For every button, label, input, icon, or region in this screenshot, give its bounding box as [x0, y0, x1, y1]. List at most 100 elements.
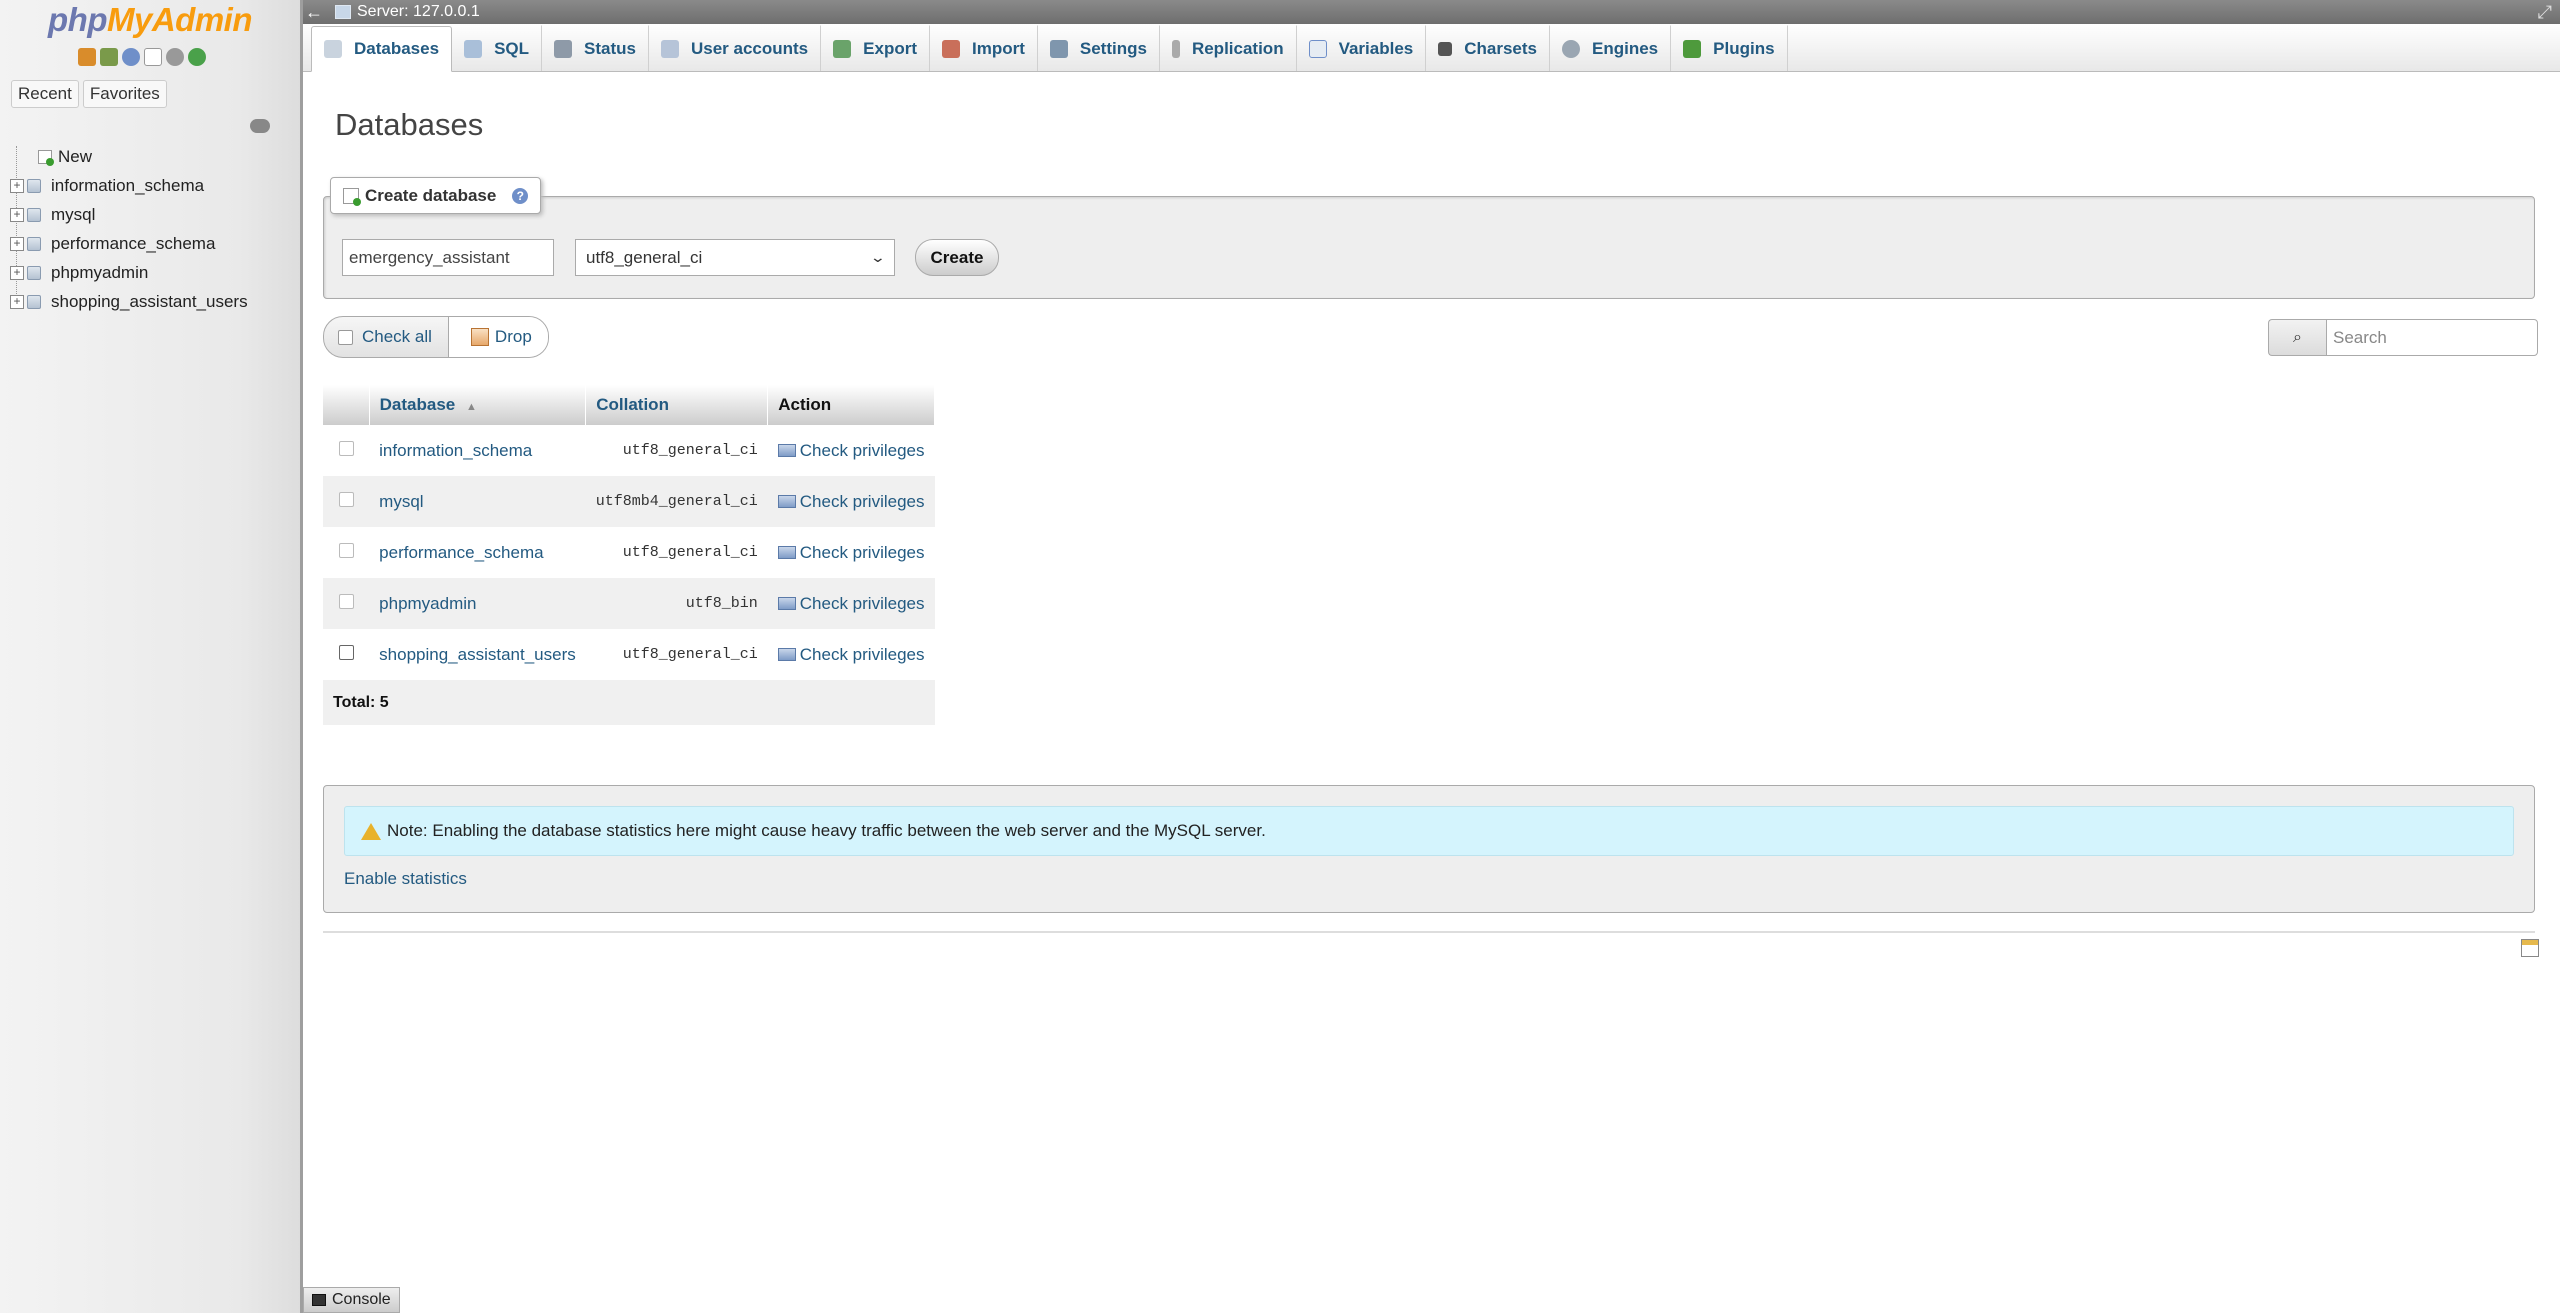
help-icon[interactable]: ?	[512, 187, 529, 204]
sql-icon	[464, 39, 483, 58]
nav-tab-recent[interactable]: Recent	[11, 80, 79, 108]
sql-query-icon[interactable]	[100, 48, 118, 66]
new-database-icon	[343, 187, 361, 206]
tab-sql[interactable]: SQL	[452, 25, 543, 71]
expand-icon[interactable]: +	[10, 178, 24, 193]
tab-engines[interactable]: Engines	[1550, 25, 1672, 71]
phpmyadmin-logo[interactable]: phpMyAdmin	[48, 0, 252, 40]
database-link[interactable]: performance_schema	[369, 527, 586, 578]
search-icon[interactable]: ⌕	[2268, 319, 2326, 356]
chevron-down-icon: ⌄	[869, 249, 887, 265]
settings-icon[interactable]	[166, 48, 184, 66]
total-row: Total: 5	[323, 680, 935, 725]
row-checkbox[interactable]	[338, 644, 354, 660]
tab-user-accounts[interactable]: User accounts	[649, 25, 822, 71]
database-icon	[27, 236, 41, 251]
row-checkbox[interactable]	[338, 593, 354, 609]
variables-icon	[1308, 39, 1327, 58]
console-toggle[interactable]: Console	[303, 1287, 400, 1313]
engines-icon	[1562, 39, 1581, 58]
check-privileges-link[interactable]: Check privileges	[767, 629, 935, 680]
expand-icon[interactable]: +	[10, 236, 24, 251]
divider	[323, 931, 2535, 933]
nav-icon-bar	[78, 48, 206, 66]
row-checkbox[interactable]	[338, 542, 354, 558]
table-row: information_schema utf8_general_ci Check…	[323, 425, 935, 476]
tab-plugins[interactable]: Plugins	[1671, 25, 1788, 71]
tab-export[interactable]: Export	[821, 25, 930, 71]
tab-settings[interactable]: Settings	[1038, 25, 1160, 71]
collation-column-header[interactable]: Collation	[585, 385, 769, 425]
databases-table: Database ▲ Collation Action information_…	[323, 385, 935, 725]
enable-statistics-link[interactable]: Enable statistics	[344, 869, 467, 889]
tab-import[interactable]: Import	[930, 25, 1038, 71]
users-icon	[660, 39, 679, 58]
new-database-icon	[38, 149, 54, 166]
tree-item-database[interactable]: + information_schema	[10, 171, 295, 200]
tree-item-database[interactable]: + performance_schema	[10, 229, 295, 258]
check-all-button[interactable]: Check all	[324, 317, 449, 357]
database-name-input[interactable]: emergency_assistant	[342, 239, 554, 276]
tab-status[interactable]: Status	[542, 25, 649, 71]
page-title: Databases	[335, 107, 484, 142]
check-privileges-link[interactable]: Check privileges	[767, 425, 935, 476]
privileges-icon	[777, 443, 796, 457]
expand-icon[interactable]: +	[10, 294, 24, 309]
expand-icon[interactable]: +	[10, 265, 24, 280]
collapse-icon[interactable]: ⤢	[2538, 2, 2552, 23]
collation-value: utf8_bin	[585, 578, 768, 629]
table-row: shopping_assistant_users utf8_general_ci…	[323, 629, 935, 680]
tab-replication[interactable]: Replication	[1160, 25, 1297, 71]
database-icon	[27, 207, 41, 222]
open-new-window-icon[interactable]	[2521, 939, 2539, 957]
back-arrow-icon[interactable]: ←	[303, 2, 325, 23]
tree-item-new[interactable]: New	[10, 142, 295, 171]
charsets-icon	[1438, 41, 1453, 56]
database-icon	[324, 40, 342, 58]
table-filter: ⌕ Search	[2268, 319, 2538, 356]
check-all-checkbox[interactable]	[338, 329, 353, 345]
help-icon[interactable]	[122, 48, 140, 66]
database-link[interactable]: information_schema	[369, 425, 586, 476]
collation-select[interactable]: utf8_general_ci ⌄	[575, 239, 895, 276]
main-menu-tabs: Databases SQL Status User accounts Expor…	[303, 24, 2560, 72]
search-input[interactable]: Search	[2326, 319, 2538, 356]
home-icon[interactable]	[78, 48, 96, 66]
import-icon	[942, 39, 960, 58]
tab-databases[interactable]: Databases	[311, 26, 453, 72]
database-link[interactable]: shopping_assistant_users	[369, 629, 586, 680]
tree-item-database[interactable]: + mysql	[10, 200, 295, 229]
check-privileges-link[interactable]: Check privileges	[767, 476, 935, 527]
database-link[interactable]: mysql	[369, 476, 586, 527]
row-checkbox[interactable]	[338, 440, 354, 456]
database-tree: New + information_schema + mysql + perfo…	[10, 142, 295, 316]
nav-tabs: Recent Favorites	[11, 80, 167, 108]
action-column-header: Action	[767, 385, 935, 425]
create-button[interactable]: Create	[915, 239, 999, 276]
link-with-main-panel-icon[interactable]	[250, 119, 270, 133]
nav-tab-favorites[interactable]: Favorites	[82, 80, 167, 108]
export-icon	[833, 39, 852, 58]
drop-icon	[470, 328, 489, 346]
check-privileges-link[interactable]: Check privileges	[767, 527, 935, 578]
drop-button[interactable]: Drop	[448, 317, 548, 357]
reload-icon[interactable]	[188, 48, 206, 66]
select-column-header	[323, 385, 370, 425]
tree-item-database[interactable]: + shopping_assistant_users	[10, 287, 295, 316]
tree-item-database[interactable]: + phpmyadmin	[10, 258, 295, 287]
documentation-icon[interactable]	[144, 48, 162, 66]
tab-variables[interactable]: Variables	[1297, 25, 1427, 71]
total-count: Total: 5	[323, 680, 935, 725]
privileges-icon	[777, 494, 796, 508]
row-checkbox[interactable]	[338, 491, 354, 507]
database-link[interactable]: phpmyadmin	[369, 578, 586, 629]
database-icon	[27, 294, 41, 309]
statistics-note: Note: Enabling the database statistics h…	[344, 806, 2514, 856]
check-privileges-link[interactable]: Check privileges	[767, 578, 935, 629]
collation-value: utf8_general_ci	[585, 629, 768, 680]
database-column-header[interactable]: Database ▲	[369, 385, 587, 425]
tab-charsets[interactable]: Charsets	[1426, 25, 1551, 71]
database-icon	[27, 178, 41, 193]
expand-icon[interactable]: +	[10, 207, 24, 222]
server-breadcrumb[interactable]: Server: 127.0.0.1	[357, 3, 480, 21]
